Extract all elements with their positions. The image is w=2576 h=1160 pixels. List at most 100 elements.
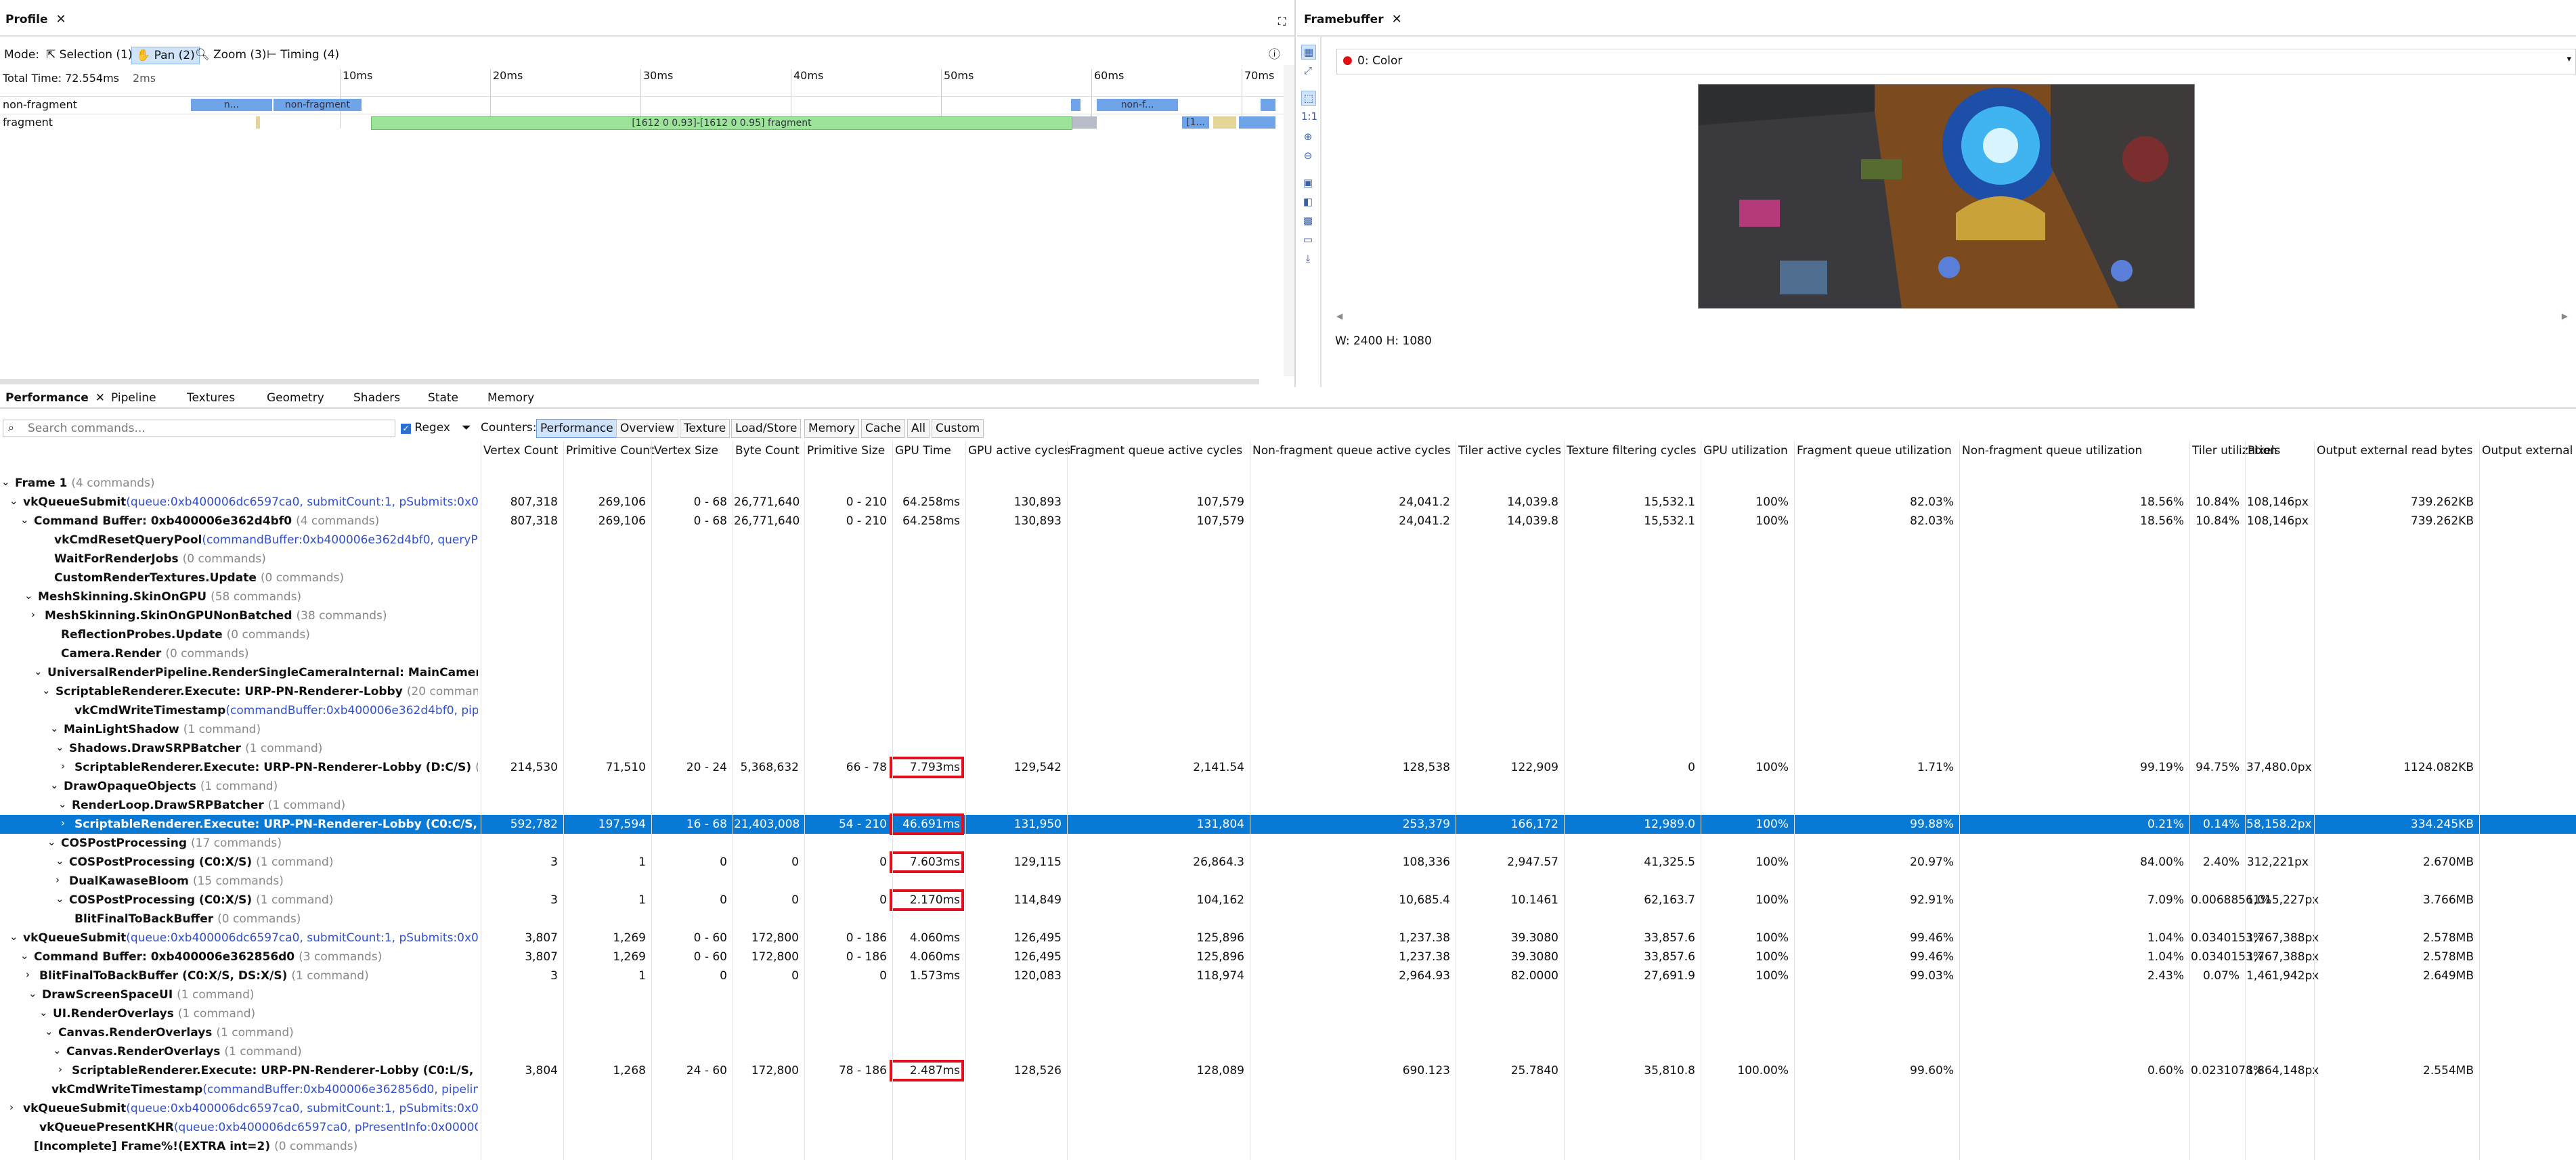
- chevron-right-icon[interactable]: ›: [26, 968, 30, 981]
- mode-timing[interactable]: ⊢ Timing (4): [263, 47, 343, 63]
- counter-button-custom[interactable]: Custom: [932, 419, 984, 438]
- chevron-down-icon[interactable]: ⌄: [39, 1006, 48, 1019]
- counter-button-performance[interactable]: Performance: [536, 419, 617, 438]
- column-header[interactable]: Output external: [2482, 444, 2573, 458]
- chevron-down-icon[interactable]: ⌄: [9, 495, 18, 507]
- column-header[interactable]: Primitive Size: [807, 444, 885, 458]
- chevron-down-icon[interactable]: ⌄: [20, 514, 29, 526]
- chevron-right-icon[interactable]: ›: [58, 1063, 62, 1075]
- column-header[interactable]: Primitive Count: [566, 444, 655, 458]
- column-header[interactable]: Pixels: [2248, 444, 2280, 458]
- chevron-right-icon[interactable]: ›: [9, 1101, 14, 1113]
- column-header[interactable]: Non-fragment queue utilization: [1962, 444, 2142, 458]
- zoom-out-icon[interactable]: ⊖: [1301, 149, 1315, 162]
- chevron-down-icon[interactable]: ⌄: [24, 589, 33, 602]
- column-header[interactable]: Vertex Count: [483, 444, 559, 458]
- timeline-bar[interactable]: non-f...: [1097, 99, 1178, 111]
- column-header[interactable]: Texture filtering cycles: [1567, 444, 1697, 458]
- chevron-down-icon[interactable]: ⌄: [56, 855, 64, 867]
- chevron-down-icon[interactable]: ⌄: [45, 1025, 53, 1038]
- tab-framebuffer[interactable]: Framebuffer ✕: [1304, 12, 1402, 26]
- arrow-right-icon[interactable]: ▶: [2562, 311, 2568, 321]
- profile-vertical-scrollbar[interactable]: [1284, 65, 1294, 376]
- tab-memory[interactable]: Memory: [487, 391, 534, 405]
- timeline-bar[interactable]: [1071, 99, 1080, 111]
- color-channels-icon[interactable]: ◧: [1301, 195, 1315, 208]
- mode-selection[interactable]: ⇱ Selection (1): [42, 47, 136, 63]
- mode-zoom[interactable]: 🔍︎ Zoom (3): [191, 47, 271, 63]
- download-icon[interactable]: ⤓: [1301, 252, 1315, 265]
- column-header[interactable]: GPU Time: [895, 444, 951, 458]
- mode-pan[interactable]: ✋ Pan (2): [131, 47, 200, 64]
- column-header[interactable]: Tiler active cycles: [1458, 444, 1561, 458]
- framebuffer-image[interactable]: [1698, 84, 2195, 309]
- checkerboard-icon[interactable]: ▩: [1301, 214, 1315, 227]
- column-header[interactable]: GPU active cycles: [968, 444, 1070, 458]
- fit-window-icon[interactable]: ⬚: [1301, 91, 1316, 106]
- column-header[interactable]: Byte Count: [735, 444, 800, 458]
- profile-horizontal-scrollbar[interactable]: [0, 379, 1259, 384]
- chevron-down-icon[interactable]: ⌄: [53, 1044, 62, 1056]
- chevron-down-icon[interactable]: ⌄: [20, 950, 29, 962]
- column-header[interactable]: Output external read bytes: [2317, 444, 2472, 458]
- counter-button-all[interactable]: All: [907, 419, 930, 438]
- close-icon[interactable]: ✕: [95, 391, 105, 405]
- actual-size-icon[interactable]: 1:1: [1301, 110, 1317, 123]
- chevron-down-icon[interactable]: ⌄: [1, 476, 10, 488]
- close-icon[interactable]: ✕: [56, 12, 66, 26]
- image-icon[interactable]: ▣: [1301, 176, 1315, 189]
- counter-button-overview[interactable]: Overview: [616, 419, 679, 438]
- timeline-bar[interactable]: [1213, 116, 1236, 129]
- chevron-down-icon[interactable]: ⌄: [47, 836, 56, 848]
- tab-profile[interactable]: Profile ✕: [5, 12, 66, 26]
- chevron-right-icon[interactable]: ›: [61, 760, 65, 772]
- fit-icon[interactable]: ▦: [1301, 45, 1316, 60]
- close-icon[interactable]: ✕: [1392, 12, 1402, 26]
- tab-state[interactable]: State: [428, 391, 458, 405]
- search-input[interactable]: [3, 420, 395, 437]
- timeline-bar[interactable]: [1612 0 0.93]-[1612 0 0.95] fragment: [371, 116, 1072, 130]
- chevron-right-icon[interactable]: ›: [61, 817, 65, 829]
- flip-icon[interactable]: ⤢: [1301, 64, 1315, 77]
- arrow-left-icon[interactable]: ◀: [1336, 311, 1342, 321]
- column-header[interactable]: GPU utilization: [1703, 444, 1788, 458]
- counter-button-cache[interactable]: Cache: [861, 419, 905, 438]
- tab-pipeline[interactable]: Pipeline: [111, 391, 156, 405]
- timeline-bar[interactable]: n...: [191, 99, 272, 111]
- timeline-bar[interactable]: non-fragment: [274, 99, 362, 111]
- chevron-down-icon[interactable]: ⌄: [50, 779, 59, 791]
- histogram-icon[interactable]: ▭: [1301, 233, 1315, 246]
- counter-button-texture[interactable]: Texture: [680, 419, 730, 438]
- chevron-down-icon[interactable]: ⌄: [50, 722, 59, 734]
- zoom-in-icon[interactable]: ⊕: [1301, 130, 1315, 143]
- chevron-right-icon[interactable]: ›: [31, 608, 35, 621]
- column-header[interactable]: Fragment queue utilization: [1797, 444, 1952, 458]
- framebuffer-horizontal-scrollbar[interactable]: ◀ ▶: [1336, 311, 2568, 321]
- timeline-bar[interactable]: [1...: [1182, 116, 1209, 129]
- filter-icon[interactable]: ⏷: [462, 421, 471, 434]
- maximize-icon[interactable]: ⛶: [1278, 15, 1286, 28]
- chevron-down-icon[interactable]: ⌄: [58, 798, 67, 810]
- counter-button-memory[interactable]: Memory: [804, 419, 860, 438]
- chevron-right-icon[interactable]: ›: [56, 874, 60, 886]
- timeline-bar[interactable]: [1261, 99, 1275, 111]
- tab-shaders[interactable]: Shaders: [353, 391, 400, 405]
- chevron-down-icon[interactable]: ⌄: [9, 931, 18, 943]
- column-header[interactable]: Fragment queue active cycles: [1070, 444, 1242, 458]
- regex-checkbox[interactable]: ✓ Regex: [401, 421, 450, 434]
- counter-button-load-store[interactable]: Load/Store: [731, 419, 802, 438]
- chevron-down-icon[interactable]: ⌄: [56, 741, 64, 753]
- help-icon[interactable]: ⓘ: [1265, 47, 1284, 63]
- column-header[interactable]: Vertex Size: [654, 444, 718, 458]
- tab-performance[interactable]: Performance ✕: [5, 391, 105, 405]
- tab-geometry[interactable]: Geometry: [267, 391, 324, 405]
- chevron-down-icon[interactable]: ⌄: [56, 893, 64, 905]
- timeline-bar[interactable]: [256, 116, 260, 129]
- tab-textures[interactable]: Textures: [187, 391, 235, 405]
- column-header[interactable]: Non-fragment queue active cycles: [1252, 444, 1451, 458]
- chevron-down-icon[interactable]: ⌄: [42, 684, 51, 696]
- profile-timeline[interactable]: Total Time: 72.554ms 2ms 10ms 20ms 30ms …: [0, 69, 1288, 130]
- attachment-select[interactable]: ● 0: Color ▾: [1336, 49, 2576, 74]
- timeline-bar[interactable]: [1072, 116, 1097, 129]
- timeline-bar[interactable]: [1239, 116, 1275, 129]
